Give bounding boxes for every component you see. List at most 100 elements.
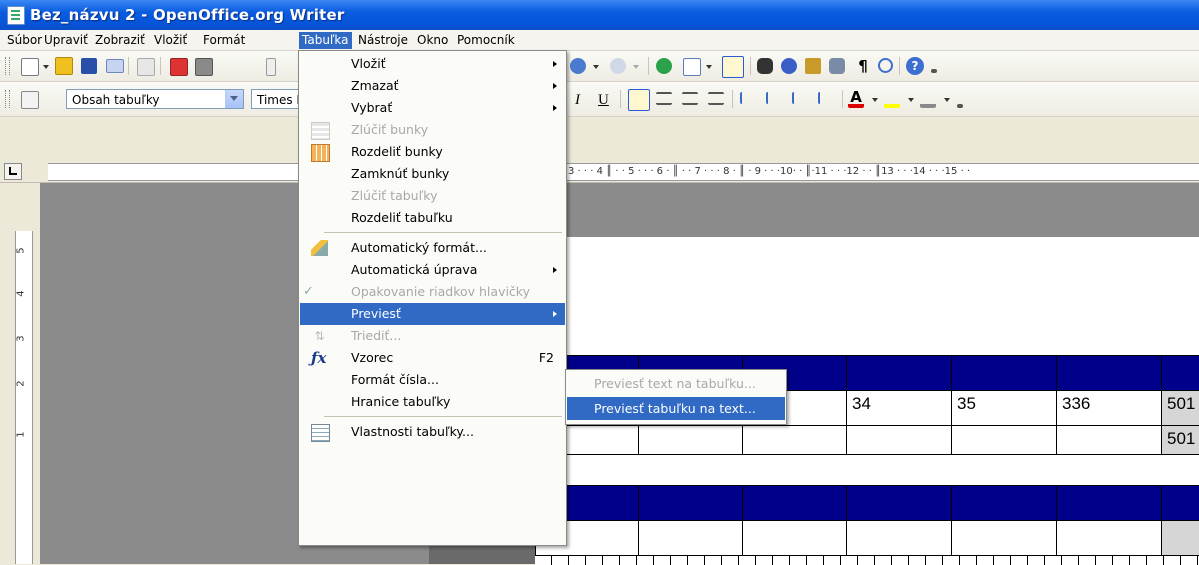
- menu-item-sort[interactable]: ⇅ Triediť...: [300, 325, 565, 347]
- table-cell[interactable]: 501: [1161, 425, 1199, 455]
- menu-item-select[interactable]: Vybrať: [300, 97, 565, 119]
- new-document-icon[interactable]: [21, 58, 39, 76]
- background-color-icon[interactable]: [920, 90, 936, 108]
- table-cell[interactable]: [1056, 425, 1162, 455]
- save-icon[interactable]: [81, 58, 97, 74]
- menu-item-autofit[interactable]: Automatická úprava: [300, 259, 565, 281]
- decrease-indent-icon[interactable]: [792, 92, 810, 104]
- italic-button[interactable]: I: [575, 90, 580, 110]
- menu-view[interactable]: Zobraziť: [92, 32, 148, 49]
- hyperlink-icon[interactable]: [656, 58, 672, 74]
- table-cell[interactable]: [846, 425, 952, 455]
- table-header-cell[interactable]: [1161, 485, 1199, 521]
- table-cell[interactable]: 336: [1056, 390, 1162, 426]
- align-left-icon[interactable]: [628, 89, 650, 111]
- menu-item-number-format[interactable]: Formát čísla...: [300, 369, 565, 391]
- increase-indent-icon[interactable]: [818, 92, 836, 104]
- table-dropdown-arrow[interactable]: [706, 65, 712, 69]
- font-color-dropdown-arrow[interactable]: [872, 98, 878, 102]
- print-preview-icon[interactable]: [266, 58, 276, 76]
- table-header-cell[interactable]: [1056, 485, 1162, 521]
- menu-item-merge-tables[interactable]: Zlúčiť tabuľky: [300, 185, 565, 207]
- menu-item-table-boundaries[interactable]: Hranice tabuľky: [300, 391, 565, 413]
- styles-formatting-icon[interactable]: [21, 91, 39, 109]
- tab-stop-selector[interactable]: [4, 163, 22, 180]
- table-header-cell[interactable]: [1056, 355, 1162, 391]
- table-header-cell[interactable]: [1161, 355, 1199, 391]
- print-icon[interactable]: [195, 58, 213, 76]
- align-right-icon[interactable]: [682, 92, 698, 105]
- menu-item-heading-rows-repeat[interactable]: ✓ Opakovanie riadkov hlavičky: [300, 281, 565, 303]
- navigator-icon[interactable]: [781, 58, 797, 74]
- menu-table[interactable]: Tabuľka: [299, 32, 352, 49]
- table-cell[interactable]: [742, 520, 847, 556]
- menu-item-formula[interactable]: ƒx Vzorec F2: [300, 347, 565, 369]
- table-cell[interactable]: [951, 425, 1057, 455]
- open-folder-icon[interactable]: [55, 57, 73, 75]
- new-dropdown-arrow[interactable]: [43, 65, 49, 69]
- menu-format[interactable]: Formát: [200, 32, 248, 49]
- writer-app-icon[interactable]: [7, 6, 25, 25]
- table-cell[interactable]: [1161, 520, 1199, 556]
- menu-file[interactable]: Súbor: [4, 32, 45, 49]
- insert-table-icon[interactable]: [683, 58, 701, 76]
- paragraph-style-combo[interactable]: Obsah tabuľky: [66, 89, 244, 109]
- toolbar-grip[interactable]: [5, 57, 10, 75]
- table-header-cell[interactable]: [638, 485, 743, 521]
- align-center-icon[interactable]: [656, 92, 672, 105]
- table-header-cell[interactable]: [951, 355, 1057, 391]
- menu-insert[interactable]: Vložiť: [151, 32, 190, 49]
- table-cell[interactable]: [638, 425, 743, 455]
- numbering-icon[interactable]: [740, 92, 758, 104]
- menu-item-autoformat[interactable]: Automatický formát...: [300, 237, 565, 259]
- table-cell[interactable]: 35: [951, 390, 1057, 426]
- menu-item-table-properties[interactable]: Vlastnosti tabuľky...: [300, 421, 565, 443]
- table-cell[interactable]: [951, 520, 1057, 556]
- chevron-down-icon[interactable]: [225, 90, 243, 108]
- formatting-marks-icon[interactable]: ¶: [855, 58, 871, 74]
- toolbar-overflow-icon[interactable]: [957, 104, 963, 108]
- help-icon[interactable]: ?: [906, 57, 924, 75]
- table-cell[interactable]: [638, 520, 743, 556]
- bullets-icon[interactable]: [766, 92, 784, 104]
- highlighting-icon[interactable]: [884, 90, 900, 108]
- background-dropdown-arrow[interactable]: [944, 98, 950, 102]
- menu-window[interactable]: Okno: [414, 32, 451, 49]
- menu-tools[interactable]: Nástroje: [355, 32, 411, 49]
- menu-edit[interactable]: Upraviť: [41, 32, 91, 49]
- menu-item-split-table[interactable]: Rozdeliť tabuľku: [300, 207, 565, 229]
- table-cell[interactable]: 34: [846, 390, 952, 426]
- menu-item-protect-cells[interactable]: Zamknúť bunky: [300, 163, 565, 185]
- redo-icon[interactable]: [570, 58, 586, 74]
- table-cell[interactable]: [742, 425, 847, 455]
- menu-item-delete[interactable]: Zmazať: [300, 75, 565, 97]
- data-sources-icon[interactable]: [829, 58, 845, 74]
- menu-item-split-cells[interactable]: Rozdeliť bunky: [300, 141, 565, 163]
- justify-icon[interactable]: [708, 92, 724, 105]
- menu-item-merge-cells[interactable]: Zlúčiť bunky: [300, 119, 565, 141]
- export-pdf-icon[interactable]: [170, 58, 188, 76]
- menu-item-table-to-text[interactable]: Previesť tabuľku na text...: [567, 397, 785, 420]
- table-header-cell[interactable]: [846, 485, 952, 521]
- ruler-scale[interactable]: 3 · · · 4 ║ · · 5 · · · 6 · ║ · · 7 · · …: [48, 163, 1199, 181]
- table-header-cell[interactable]: [951, 485, 1057, 521]
- toolbar-grip[interactable]: [5, 90, 10, 108]
- highlight-dropdown-arrow[interactable]: [908, 98, 914, 102]
- table-cell[interactable]: [846, 520, 952, 556]
- email-icon[interactable]: [106, 59, 124, 73]
- table-cell[interactable]: [1056, 520, 1162, 556]
- menu-item-convert[interactable]: Previesť: [300, 303, 565, 325]
- table-header-cell[interactable]: [846, 355, 952, 391]
- menu-item-text-to-table[interactable]: Previesť text na tabuľku...: [567, 372, 785, 395]
- gallery-icon[interactable]: [805, 58, 821, 74]
- find-replace-icon[interactable]: [757, 58, 773, 74]
- table-header-cell[interactable]: [742, 485, 847, 521]
- menu-help[interactable]: Pomocník: [454, 32, 518, 49]
- undo-dropdown-arrow[interactable]: [593, 65, 599, 69]
- font-color-icon[interactable]: A: [848, 90, 864, 108]
- menu-item-insert[interactable]: Vložiť: [300, 53, 565, 75]
- vertical-ruler-scale[interactable]: 5 4 3 2 1: [15, 231, 33, 564]
- underline-button[interactable]: U: [598, 90, 609, 110]
- zoom-icon[interactable]: [878, 58, 893, 73]
- table-cell[interactable]: 501: [1161, 390, 1199, 426]
